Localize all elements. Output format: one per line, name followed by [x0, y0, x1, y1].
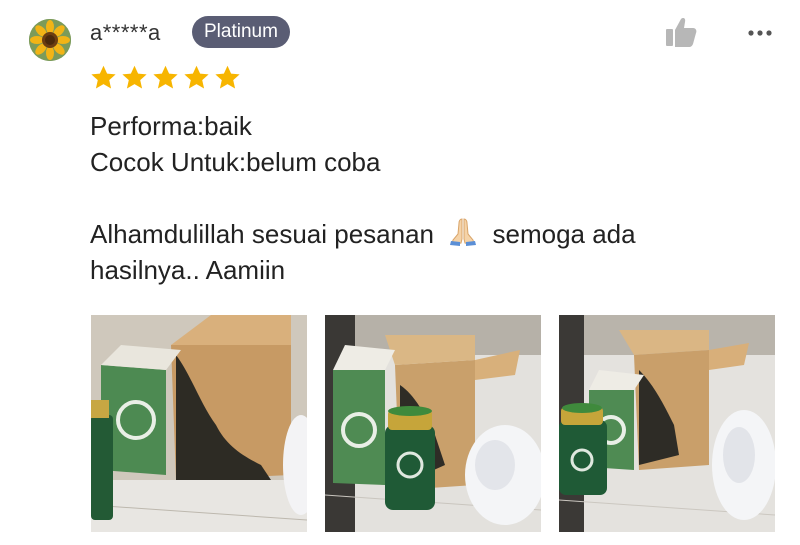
star-icon [91, 65, 116, 89]
membership-badge: Platinum [192, 16, 290, 48]
star-icon [153, 65, 178, 89]
review-photo-2[interactable] [325, 315, 541, 532]
thumbs-up-icon [666, 18, 697, 47]
review-photo-3[interactable] [559, 315, 775, 532]
review-line-cocok-untuk: Cocok Untuk:belum coba [90, 147, 381, 177]
sunflower-avatar-icon [29, 19, 71, 61]
review-text: Performa:baik Cocok Untuk:belum coba Alh… [90, 108, 750, 288]
photo-2-image [325, 315, 541, 532]
star-rating [89, 64, 242, 92]
review-comment-part2: semoga ada [492, 219, 636, 249]
review-line-performa: Performa:baik [90, 111, 252, 141]
folded-hands-emoji-icon [445, 217, 481, 247]
like-button[interactable] [664, 16, 698, 48]
avatar[interactable] [29, 19, 71, 61]
review-photo-1[interactable] [91, 315, 307, 532]
review-line-comment: Alhamdulillah sesuai pesanan semoga ada [90, 216, 750, 252]
review-comment-part1: Alhamdulillah sesuai pesanan [90, 219, 435, 249]
star-icon [215, 65, 240, 89]
star-icon [184, 65, 209, 89]
star-icon [122, 65, 147, 89]
photo-1-image [91, 315, 307, 532]
review-comment-part3: hasilnya.. Aamiin [90, 255, 286, 285]
photo-3-image [559, 315, 775, 532]
more-options-button[interactable] [746, 26, 774, 38]
more-options-icon [748, 30, 772, 36]
username: a*****a [90, 20, 161, 45]
